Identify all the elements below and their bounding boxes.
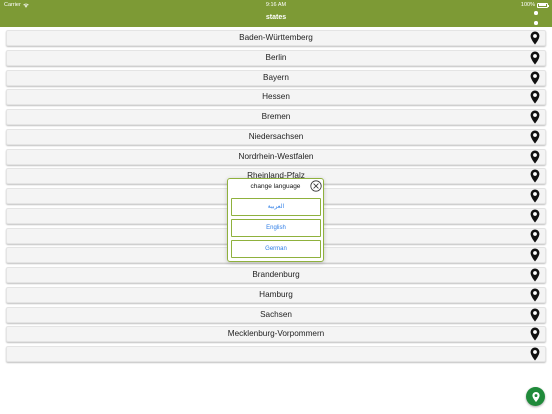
map-pin-icon — [531, 391, 540, 402]
map-pin-icon[interactable] — [530, 308, 540, 322]
state-row[interactable]: Hessen — [6, 89, 546, 106]
map-pin-icon[interactable] — [530, 71, 540, 85]
map-pin-icon[interactable] — [530, 347, 540, 361]
map-pin-icon[interactable] — [530, 327, 540, 341]
map-pin-icon[interactable] — [530, 51, 540, 65]
state-row[interactable]: Brandenburg — [6, 267, 546, 283]
battery-percent: 100% — [520, 2, 535, 8]
state-name: Bayern — [263, 72, 289, 82]
state-name: Baden-Württemberg — [239, 33, 313, 42]
map-pin-icon[interactable] — [530, 189, 540, 203]
state-name: Mecklenburg-Vorpommern — [227, 329, 325, 339]
page-title: states — [265, 14, 287, 21]
map-pin-icon[interactable] — [530, 130, 540, 144]
state-name: Berlin — [265, 52, 287, 62]
more-dot — [534, 21, 538, 25]
language-option-german[interactable]: German — [231, 240, 321, 258]
state-row[interactable]: Berlin — [6, 49, 546, 66]
language-option-english[interactable]: English — [231, 219, 321, 237]
state-row[interactable]: Niedersachsen — [6, 128, 546, 145]
state-name: Sachsen — [260, 309, 292, 319]
status-time: 9:16 AM — [265, 2, 287, 8]
language-option-arabic[interactable]: العربية — [231, 198, 321, 216]
location-fab[interactable] — [526, 387, 545, 406]
nav-bar: states — [0, 10, 552, 35]
map-pin-icon[interactable] — [530, 288, 540, 302]
state-name: Hamburg — [259, 289, 293, 299]
status-right: 100% — [520, 2, 549, 8]
status-bar: Carrier 9:16 AM 100% — [0, 0, 552, 10]
state-name: Brandenburg — [252, 270, 300, 279]
state-row[interactable]: Sachsen — [6, 306, 546, 323]
state-name: Hessen — [262, 92, 290, 102]
state-row[interactable]: Baden-Württemberg — [6, 30, 546, 46]
wifi-icon — [23, 3, 29, 8]
state-row[interactable]: Hamburg — [6, 286, 546, 303]
carrier-label: Carrier — [4, 2, 21, 8]
map-pin-icon[interactable] — [530, 209, 540, 223]
map-pin-icon[interactable] — [530, 248, 540, 262]
map-pin-icon[interactable] — [530, 31, 540, 45]
map-pin-icon[interactable] — [530, 268, 540, 282]
state-name: Niedersachsen — [248, 131, 304, 141]
state-row[interactable]: Nordrhein-Westfalen — [6, 148, 546, 165]
map-pin-icon[interactable] — [530, 229, 540, 243]
change-language-dialog: change language العربية English German — [227, 178, 324, 262]
state-row[interactable]: Bremen — [6, 109, 546, 125]
status-left: Carrier — [4, 2, 29, 8]
map-pin-icon[interactable] — [530, 90, 540, 104]
battery-icon — [537, 2, 549, 8]
state-row[interactable]: Bayern — [6, 69, 546, 86]
state-name: Nordrhein-Westfalen — [238, 151, 314, 161]
map-pin-icon[interactable] — [530, 150, 540, 164]
close-icon[interactable] — [310, 180, 322, 192]
map-pin-icon[interactable] — [530, 169, 540, 183]
state-row[interactable] — [6, 346, 546, 362]
state-name — [7, 347, 545, 361]
more-vertical-icon — [534, 11, 538, 15]
dialog-title: change language — [250, 183, 301, 190]
state-name: Bremen — [261, 112, 291, 121]
state-row[interactable]: Mecklenburg-Vorpommern — [6, 326, 546, 343]
map-pin-icon[interactable] — [530, 110, 540, 124]
